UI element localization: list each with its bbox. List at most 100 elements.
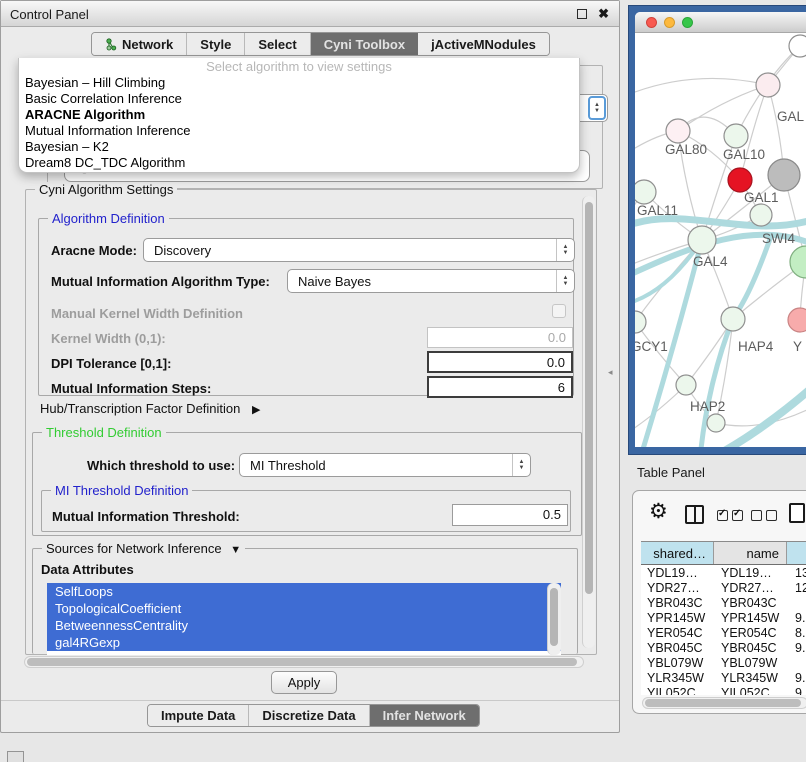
table-row[interactable]: YBR045C YBR045C 9. bbox=[641, 640, 806, 655]
mi-type-combo[interactable]: Naive Bayes ▲▼ bbox=[287, 269, 575, 293]
network-view-window[interactable]: GAL GAL80 GAL10 GAL1 GAL11 SWI4 GAL4 GCY… bbox=[628, 5, 806, 455]
mi-steps-field[interactable]: 6 bbox=[427, 376, 573, 398]
table-row[interactable]: YBR043C YBR043C bbox=[641, 595, 806, 610]
settings-group-title: Cyni Algorithm Settings bbox=[35, 182, 177, 197]
dropdown-item[interactable]: Bayesian – Hill Climbing bbox=[19, 75, 579, 91]
node-gray[interactable] bbox=[768, 159, 800, 191]
tab-discretize-data[interactable]: Discretize Data bbox=[249, 705, 369, 726]
node-label: GAL bbox=[777, 109, 805, 124]
tab-select[interactable]: Select bbox=[245, 33, 310, 55]
tab-style[interactable]: Style bbox=[187, 33, 245, 55]
column-header-name[interactable]: name bbox=[714, 542, 787, 564]
dropdown-item[interactable]: Mutual Information Inference bbox=[19, 123, 579, 139]
node-label: GAL80 bbox=[665, 142, 707, 157]
settings-horizontal-scrollbar[interactable] bbox=[24, 656, 584, 668]
tab-impute-data[interactable]: Impute Data bbox=[148, 705, 249, 726]
table-row[interactable]: YBL079W YBL079W bbox=[641, 655, 806, 670]
minimized-panel-icon[interactable] bbox=[7, 751, 24, 762]
node-gcy1[interactable] bbox=[635, 311, 646, 333]
node[interactable] bbox=[756, 73, 780, 97]
apply-button[interactable]: Apply bbox=[271, 671, 337, 694]
dropdown-item-highlighted[interactable]: ARACNE Algorithm bbox=[19, 107, 579, 123]
scrollbar-thumb[interactable] bbox=[585, 202, 593, 594]
tab-infer-network[interactable]: Infer Network bbox=[370, 705, 479, 726]
algorithm-dropdown-list: Select algorithm to view settings Bayesi… bbox=[18, 58, 580, 173]
table-row[interactable]: YDL19… YDL19… 13 bbox=[641, 565, 806, 580]
dropdown-item[interactable]: Basic Correlation Inference bbox=[19, 91, 579, 107]
column-header-shared-name[interactable]: shared… bbox=[641, 542, 714, 564]
list-vertical-scrollbar[interactable] bbox=[547, 583, 561, 655]
split-columns-icon[interactable] bbox=[685, 505, 704, 524]
attribute-item-selected[interactable]: SelfLoops bbox=[47, 583, 561, 600]
algorithm-definition-title: Algorithm Definition bbox=[48, 211, 169, 226]
attribute-item-selected[interactable]: TopologicalCoefficient bbox=[47, 600, 561, 617]
scrollbar-thumb[interactable] bbox=[645, 699, 801, 707]
data-attributes-label: Data Attributes bbox=[41, 562, 134, 577]
node-selected-red[interactable] bbox=[728, 168, 752, 192]
network-canvas[interactable]: GAL GAL80 GAL10 GAL1 GAL11 SWI4 GAL4 GCY… bbox=[635, 33, 806, 447]
node[interactable] bbox=[707, 414, 725, 432]
mi-threshold-label: Mutual Information Threshold: bbox=[52, 509, 240, 524]
tab-cyni-toolbox[interactable]: Cyni Toolbox bbox=[311, 33, 418, 55]
table-row[interactable]: YIL052C YIL052C 9 bbox=[641, 685, 806, 695]
node-hap2[interactable] bbox=[676, 375, 696, 395]
node-gal4[interactable] bbox=[688, 226, 716, 254]
column-header-partial[interactable]: A bbox=[787, 542, 806, 564]
node-hap4[interactable] bbox=[721, 307, 745, 331]
float-window-icon[interactable] bbox=[577, 9, 587, 19]
manual-kernel-label: Manual Kernel Width Definition bbox=[51, 306, 243, 321]
table-panel-titlebar: Table Panel bbox=[625, 456, 806, 488]
table-row[interactable]: YLR345W YLR345W 9. bbox=[641, 670, 806, 685]
node-label: SWI4 bbox=[762, 231, 795, 246]
attribute-item-selected[interactable]: BetweennessCentrality bbox=[47, 617, 561, 634]
dropdown-item[interactable]: Bayesian – K2 bbox=[19, 139, 579, 155]
control-panel-tabstrip: Network Style Select Cyni Toolbox jActiv… bbox=[91, 32, 550, 56]
aracne-mode-combo[interactable]: Discovery ▲▼ bbox=[143, 238, 575, 262]
table-row[interactable]: YDR27… YDR27… 12 bbox=[641, 580, 806, 595]
deselect-all-checkboxes-icon[interactable] bbox=[751, 509, 781, 524]
threshold-definition-group: Threshold Definition Which threshold to … bbox=[32, 432, 582, 536]
which-threshold-combo[interactable]: MI Threshold ▲▼ bbox=[239, 453, 531, 477]
settings-vertical-scrollbar[interactable] bbox=[582, 196, 595, 648]
file-icon[interactable] bbox=[789, 503, 805, 523]
attribute-item-selected[interactable]: gal4RGexp bbox=[47, 634, 561, 651]
table-panel: ⚙ shared… name A YDL19… YDL19… 13 YDR27…… bbox=[632, 490, 806, 714]
splitter-handle-icon[interactable]: ◂ bbox=[608, 367, 613, 378]
mi-threshold-field[interactable]: 0.5 bbox=[452, 504, 568, 526]
gear-icon[interactable]: ⚙ bbox=[649, 499, 668, 524]
network-window-titlebar[interactable] bbox=[635, 12, 806, 33]
mac-minimize-icon[interactable] bbox=[664, 17, 675, 28]
algorithm-definition-group: Algorithm Definition Aracne Mode: Discov… bbox=[38, 218, 574, 396]
select-all-checkboxes-icon[interactable] bbox=[717, 509, 747, 524]
table-row[interactable]: YPR145W YPR145W 9. bbox=[641, 610, 806, 625]
mac-close-icon[interactable] bbox=[646, 17, 657, 28]
table-row[interactable]: YER054C YER054C 8. bbox=[641, 625, 806, 640]
scrollbar-thumb[interactable] bbox=[27, 658, 577, 666]
sources-group-title[interactable]: Sources for Network Inference ▼ bbox=[42, 541, 245, 556]
collapse-down-icon: ▼ bbox=[230, 544, 241, 556]
tab-network[interactable]: Network bbox=[92, 33, 187, 55]
mac-zoom-icon[interactable] bbox=[682, 17, 693, 28]
bottom-tabstrip: Impute Data Discretize Data Infer Networ… bbox=[147, 704, 480, 727]
combo-stepper-icon: ▲▼ bbox=[512, 454, 530, 476]
hub-definition-toggle[interactable]: Hub/Transcription Factor Definition ▶ bbox=[40, 401, 260, 416]
network-graph: GAL GAL80 GAL10 GAL1 GAL11 SWI4 GAL4 GCY… bbox=[635, 33, 806, 447]
manual-kernel-checkbox[interactable] bbox=[552, 304, 566, 318]
table-horizontal-scrollbar[interactable] bbox=[642, 697, 806, 709]
node-label: GCY1 bbox=[635, 339, 668, 354]
node-gal11[interactable] bbox=[635, 180, 656, 204]
node-gal1[interactable] bbox=[750, 204, 772, 226]
combo-stepper-icon: ▲▼ bbox=[556, 270, 574, 292]
kernel-width-field[interactable]: 0.0 bbox=[427, 327, 573, 348]
close-icon[interactable]: ✖ bbox=[598, 6, 609, 22]
threshold-definition-title: Threshold Definition bbox=[42, 425, 166, 440]
dropdown-item[interactable]: Dream8 DC_TDC Algorithm bbox=[19, 155, 579, 171]
node-gal80[interactable] bbox=[666, 119, 690, 143]
node-gal10[interactable] bbox=[724, 124, 748, 148]
tab-jactivemnodules[interactable]: jActiveMNodules bbox=[418, 33, 549, 55]
dpi-tolerance-field[interactable]: 0.0 bbox=[427, 351, 573, 373]
node-salmon[interactable] bbox=[788, 308, 806, 332]
node-green[interactable] bbox=[790, 246, 806, 278]
node[interactable] bbox=[789, 35, 806, 57]
scrollbar-thumb[interactable] bbox=[550, 588, 558, 646]
